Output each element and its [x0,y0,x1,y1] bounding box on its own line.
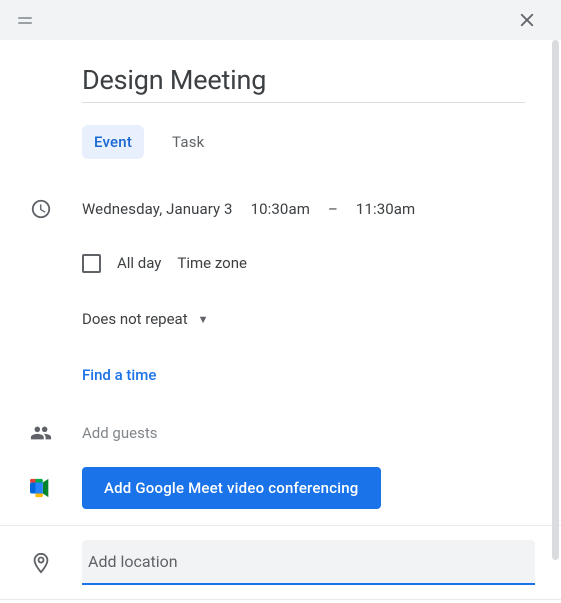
add-guests-placeholder: Add guests [82,424,157,442]
find-time-row: Find a time [0,355,561,395]
event-date[interactable]: Wednesday, January 3 [82,200,233,218]
allday-label: All day [117,254,161,272]
event-title-input[interactable] [82,64,525,103]
scrollbar[interactable] [552,40,559,560]
location-pin-icon [30,552,52,574]
people-icon [30,422,52,444]
allday-row: All day Time zone [0,243,561,283]
chevron-down-icon: ▼ [198,313,209,326]
divider [0,599,561,600]
divider [0,525,561,526]
drag-handle-icon[interactable] [18,17,32,24]
recurrence-label: Does not repeat [82,310,188,328]
location-field-wrap [82,540,535,585]
event-start-time[interactable]: 10:30am [251,200,310,218]
event-type-tabs: Event Task [82,125,561,159]
find-a-time-link[interactable]: Find a time [82,366,156,384]
close-icon [516,9,538,31]
recurrence-row[interactable]: Does not repeat ▼ [0,299,561,339]
allday-checkbox[interactable] [82,254,101,273]
video-conferencing-row: Add Google Meet video conferencing [0,467,561,509]
event-end-time[interactable]: 11:30am [356,200,415,218]
location-row [0,540,561,585]
close-button[interactable] [507,0,547,40]
guests-row[interactable]: Add guests [0,413,561,453]
tab-task[interactable]: Task [160,125,216,159]
datetime-row: Wednesday, January 3 10:30am – 11:30am [0,189,561,229]
location-input[interactable] [82,540,535,583]
add-google-meet-button[interactable]: Add Google Meet video conferencing [82,467,381,509]
google-meet-icon [30,477,52,499]
clock-icon [30,198,52,220]
timezone-button[interactable]: Time zone [177,254,247,272]
tab-event[interactable]: Event [82,125,144,159]
dialog-top-bar [0,0,561,40]
time-separator: – [328,200,338,218]
